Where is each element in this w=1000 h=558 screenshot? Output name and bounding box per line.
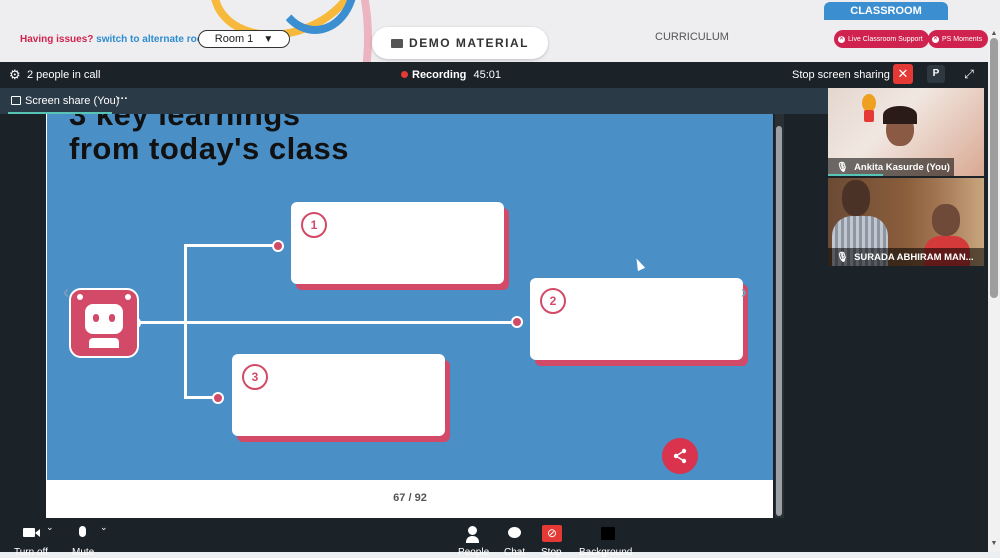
gear-icon[interactable]: ⚙	[9, 68, 21, 81]
scroll-up-icon[interactable]: ▲	[990, 30, 998, 38]
connector-line	[135, 321, 517, 324]
slide-title-line2: from today's class	[69, 131, 349, 166]
chevron-down-icon[interactable]: ⌄	[46, 522, 54, 533]
participant-tile-2[interactable]: 🎙 SURADA ABHIRAM MAN...	[828, 178, 984, 266]
turn-off-label: Turn off	[14, 547, 48, 558]
participant-name: SURADA ABHIRAM MAN...	[854, 251, 974, 263]
camera-icon-lens	[35, 529, 40, 537]
stop-sharing-label: Stop screen sharing	[792, 69, 890, 81]
slide-title: 3 key learnings from today's class	[69, 114, 349, 166]
issues-notice: Having issues? switch to alternate room	[20, 34, 212, 45]
call-header: ⚙ 2 people in call Recording 45:01 Stop …	[0, 62, 988, 88]
card-1: 1	[291, 202, 504, 284]
decorative-toy	[864, 110, 874, 122]
camera-icon[interactable]	[23, 528, 35, 537]
participant-avatar-hair	[883, 106, 917, 124]
connector-line	[184, 244, 187, 398]
card-number: 3	[242, 364, 268, 390]
people-count: 2 people in call	[27, 69, 101, 81]
slide: 3 key learnings from today's class 1 2 3…	[47, 114, 773, 480]
card-2: 2	[530, 278, 743, 360]
chevron-down-icon[interactable]: ⌄	[100, 522, 108, 533]
close-circle-icon: ✕	[838, 35, 845, 43]
page-number: 67 / 92	[393, 492, 427, 504]
stop-share-icon[interactable]: ⊘	[542, 525, 562, 542]
pin-button[interactable]: P	[927, 65, 945, 83]
slide-scrollbar[interactable]	[776, 126, 782, 516]
card-number: 2	[540, 288, 566, 314]
connector-dot	[272, 240, 284, 252]
room-select[interactable]: Room 1 ▼	[198, 30, 290, 48]
recording-label: Recording	[412, 69, 467, 81]
connector-dot	[212, 392, 224, 404]
more-options-icon[interactable]: ···	[117, 93, 128, 105]
share-icon[interactable]	[662, 438, 698, 474]
background-icon[interactable]	[601, 527, 615, 540]
stop-sharing-button[interactable]: ✕	[893, 64, 913, 84]
demo-material-label: DEMO MATERIAL	[409, 36, 529, 50]
people-icon[interactable]	[468, 526, 477, 535]
prev-slide-icon[interactable]: ‹	[63, 282, 69, 303]
screen-share-label: Screen share (You)	[25, 95, 120, 107]
mic-icon[interactable]	[79, 526, 86, 537]
chat-icon[interactable]	[508, 527, 521, 538]
page-scrollbar[interactable]	[990, 38, 998, 298]
mute-label: Mute	[72, 547, 95, 558]
scroll-down-icon[interactable]: ▼	[990, 540, 998, 548]
call-controls: ⌄ Turn off ⌄ Mute People Chat ⊘ Stop Bac…	[0, 518, 988, 558]
next-slide-icon[interactable]: ›	[741, 282, 747, 303]
mic-icon: 🎙	[836, 161, 849, 173]
room-select-value: Room 1	[214, 33, 254, 45]
people-icon-body	[466, 536, 479, 543]
classroom-tab[interactable]: CLASSROOM	[824, 2, 948, 20]
close-circle-icon: ✕	[932, 35, 939, 43]
mouse-cursor-icon	[632, 256, 646, 272]
alternate-room-link[interactable]: switch to alternate room	[96, 34, 212, 45]
background-label: Background	[579, 547, 633, 558]
screen-share-header: Screen share (You) ···	[0, 88, 828, 114]
mic-icon: 🎙	[836, 251, 849, 263]
recording-dot-icon	[401, 71, 408, 78]
dropdown-arrow-icon: ▼	[263, 33, 274, 45]
curriculum-tab[interactable]: CURRICULUM	[655, 31, 729, 43]
recording-time: 45:01	[473, 69, 501, 81]
connector-dot	[511, 316, 523, 328]
chat-label: Chat	[504, 547, 526, 558]
ps-moments-label: PS Moments	[942, 35, 983, 43]
participant-tile-1[interactable]: 🎙 Ankita Kasurde (You)	[828, 88, 984, 176]
live-support-label: Live Classroom Support	[848, 35, 923, 43]
stop-label: Stop	[541, 547, 562, 558]
ps-moments-button[interactable]: ✕ PS Moments	[928, 30, 989, 48]
card-number: 1	[301, 212, 327, 238]
slide-title-line1: 3 key learnings	[69, 114, 301, 132]
screen-share-icon	[11, 96, 21, 105]
folder-icon	[391, 38, 404, 48]
participant-avatar	[842, 180, 870, 216]
connector-line	[184, 244, 276, 247]
participant-name: Ankita Kasurde (You)	[854, 161, 950, 173]
live-support-button[interactable]: ✕ Live Classroom Support	[834, 30, 929, 48]
recording-indicator: Recording 45:01	[401, 69, 501, 81]
robot-icon	[69, 288, 139, 358]
card-3: 3	[232, 354, 445, 436]
active-speaker-bar	[828, 174, 883, 176]
expand-icon[interactable]: ⤢	[960, 65, 978, 83]
participant-avatar	[932, 204, 960, 236]
issues-text: Having issues?	[20, 34, 94, 45]
people-label: People	[458, 547, 490, 558]
demo-material-button[interactable]: DEMO MATERIAL	[372, 27, 548, 59]
